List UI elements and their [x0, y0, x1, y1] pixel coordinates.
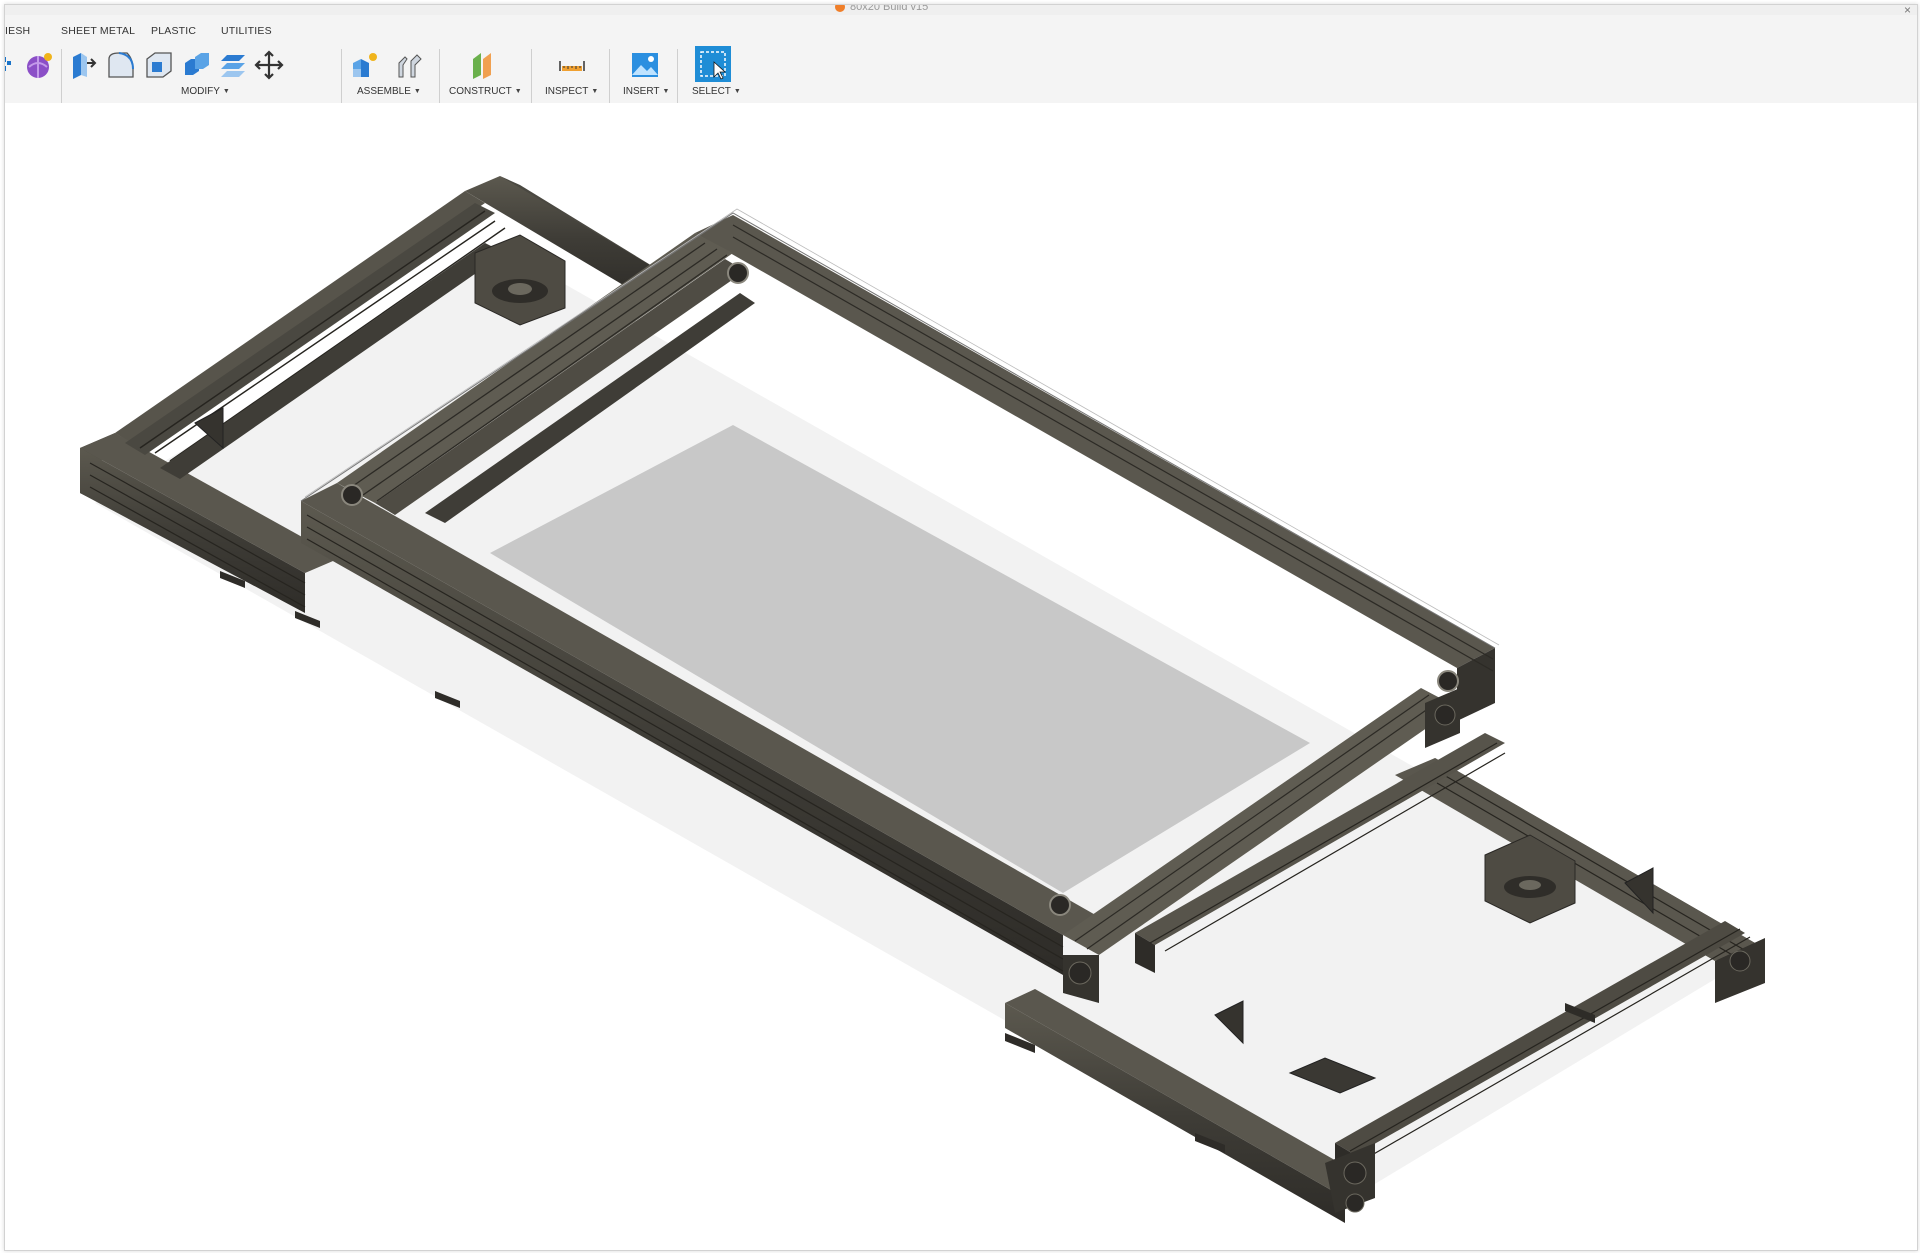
shell-icon[interactable]: [143, 49, 175, 81]
assemble-menu[interactable]: ASSEMBLE ▼: [357, 86, 421, 97]
joint-icon[interactable]: [393, 49, 425, 81]
model-canvas[interactable]: [5, 103, 1917, 1250]
separator: [609, 49, 610, 103]
measure-icon[interactable]: [556, 49, 588, 81]
screw-icon: [341, 484, 363, 506]
chevron-down-icon: ▼: [413, 88, 421, 95]
select-label: SELECT: [692, 86, 731, 97]
insert-label: INSERT: [623, 86, 660, 97]
toolbar: IESH SHEET METAL PLASTIC UTILITIES MODIF…: [5, 15, 1917, 104]
move-icon[interactable]: [253, 49, 285, 81]
separator: [677, 49, 678, 103]
assemble-label: ASSEMBLE: [357, 86, 411, 97]
chevron-down-icon: ▼: [591, 88, 599, 95]
offset-face-icon[interactable]: [217, 49, 249, 81]
press-pull-icon[interactable]: [67, 49, 99, 81]
chevron-down-icon: ▼: [733, 88, 741, 95]
window-title: 80x20 Build v15: [835, 4, 929, 13]
chevron-down-icon: ▼: [222, 88, 230, 95]
tab-plastic[interactable]: PLASTIC: [151, 25, 196, 37]
inspect-label: INSPECT: [545, 86, 589, 97]
tab-utilities[interactable]: UTILITIES: [221, 25, 272, 37]
document-name: 80x20 Build v15: [850, 4, 929, 13]
screw-icon: [727, 262, 749, 284]
new-component-icon[interactable]: [349, 49, 381, 81]
insert-menu[interactable]: INSERT ▼: [623, 86, 669, 97]
select-icon[interactable]: [695, 46, 731, 82]
combine-icon[interactable]: [181, 49, 213, 81]
title-bar: 80x20 Build v15 ×: [5, 4, 1917, 17]
separator: [531, 49, 532, 103]
separator: [61, 49, 62, 103]
inspect-menu[interactable]: INSPECT ▼: [545, 86, 598, 97]
select-menu[interactable]: SELECT ▼: [692, 86, 741, 97]
separator: [439, 49, 440, 103]
3d-viewport[interactable]: [5, 103, 1917, 1250]
app-logo-icon: [835, 5, 845, 12]
fillet-icon[interactable]: [105, 49, 137, 81]
tab-mesh[interactable]: IESH: [5, 25, 30, 37]
construct-menu[interactable]: CONSTRUCT ▼: [449, 86, 522, 97]
modify-menu[interactable]: MODIFY ▼: [181, 86, 230, 97]
tab-sheet-metal[interactable]: SHEET METAL: [61, 25, 135, 37]
modify-label: MODIFY: [181, 86, 220, 97]
screw-icon: [1437, 670, 1459, 692]
chevron-down-icon: ▼: [662, 88, 670, 95]
sketch-icon[interactable]: [5, 49, 15, 81]
insert-image-icon[interactable]: [629, 49, 661, 81]
separator: [341, 49, 342, 103]
offset-plane-icon[interactable]: [467, 49, 499, 81]
create-form-icon[interactable]: [23, 49, 55, 81]
screw-icon: [1049, 894, 1071, 916]
app-window: 80x20 Build v15 × IESH SHEET METAL PLAST…: [4, 4, 1918, 1251]
chevron-down-icon: ▼: [514, 88, 522, 95]
construct-label: CONSTRUCT: [449, 86, 512, 97]
